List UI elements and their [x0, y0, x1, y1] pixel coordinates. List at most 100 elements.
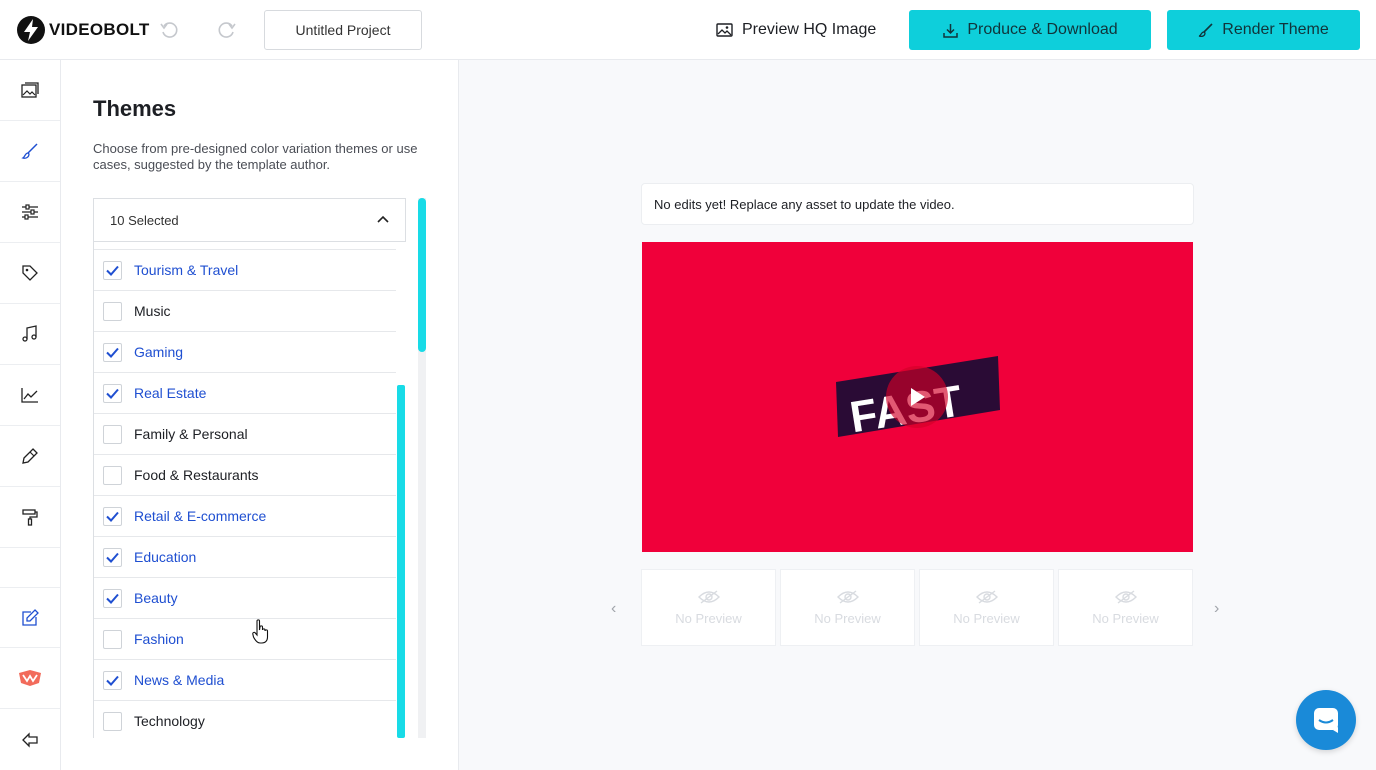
- checkmark-icon: [106, 265, 119, 276]
- checkbox[interactable]: [103, 301, 122, 321]
- render-theme-button[interactable]: Render Theme: [1167, 10, 1360, 50]
- checkbox[interactable]: [103, 260, 122, 280]
- theme-option[interactable]: Food & Restaurants: [94, 455, 396, 496]
- pen-icon: [22, 448, 38, 464]
- checkmark-icon: [106, 593, 119, 604]
- redo-icon[interactable]: [217, 20, 237, 40]
- edit-notice: No edits yet! Replace any asset to updat…: [641, 183, 1194, 225]
- theme-option[interactable]: Fashion: [94, 619, 396, 660]
- chat-icon: [1314, 708, 1338, 733]
- thumbs-prev-icon[interactable]: ‹: [611, 600, 616, 618]
- nav-brand[interactable]: [0, 648, 60, 709]
- checkbox[interactable]: [103, 547, 122, 567]
- tag-icon: [22, 265, 38, 281]
- selected-count: 10 Selected: [110, 212, 179, 228]
- theme-option-label: Family & Personal: [134, 426, 248, 442]
- theme-option[interactable]: Technology: [94, 701, 396, 738]
- checkmark-icon: [106, 388, 119, 399]
- nav-paint[interactable]: [0, 487, 60, 548]
- left-nav: [0, 60, 61, 770]
- theme-option-label: Technology: [134, 713, 205, 729]
- themes-option-list[interactable]: Tourism & Travel Music Gaming Real Estate Fa…: [93, 242, 406, 738]
- checkbox[interactable]: [103, 342, 122, 362]
- eye-off-icon: [1114, 590, 1137, 604]
- bolt-logo-icon: [17, 16, 45, 44]
- nav-themes[interactable]: [0, 121, 60, 182]
- brand-logo-icon: [19, 670, 41, 686]
- media-icon: [21, 82, 39, 98]
- videobolt-logo[interactable]: VIDEOBOLT: [16, 14, 150, 46]
- nav-edit[interactable]: [0, 587, 60, 648]
- image-icon: [716, 23, 733, 37]
- checkbox[interactable]: [103, 424, 122, 444]
- theme-option-label: Fashion: [134, 631, 184, 647]
- theme-option-label: Education: [134, 549, 197, 565]
- nav-pen[interactable]: [0, 426, 60, 487]
- theme-option[interactable]: Tourism & Travel: [94, 250, 396, 291]
- video-frame: FAST: [836, 356, 1000, 442]
- themes-dropdown[interactable]: 10 Selected: [93, 198, 406, 242]
- theme-option-label: Beauty: [134, 590, 178, 606]
- thumbnail[interactable]: No Preview: [1058, 569, 1193, 646]
- checkbox[interactable]: [103, 711, 122, 731]
- nav-tags[interactable]: [0, 243, 60, 304]
- checkbox[interactable]: [103, 465, 122, 485]
- project-name-input[interactable]: Untitled Project: [264, 10, 422, 50]
- exit-icon: [22, 731, 38, 748]
- nav-music[interactable]: [0, 304, 60, 365]
- preview-thumbnails: No Preview No Preview No Preview No Preview: [641, 569, 1194, 646]
- checkbox[interactable]: [103, 670, 122, 690]
- nav-exit[interactable]: [0, 709, 60, 770]
- undo-icon[interactable]: [159, 20, 179, 40]
- theme-option-label: Tourism & Travel: [134, 262, 239, 278]
- preview-hq-button[interactable]: Preview HQ Image: [716, 18, 876, 42]
- checkbox[interactable]: [103, 506, 122, 526]
- checkmark-icon: [106, 347, 119, 358]
- thumbnail-label: No Preview: [814, 611, 881, 626]
- theme-option[interactable]: Beauty: [94, 578, 396, 619]
- preview-hq-label: Preview HQ Image: [742, 21, 877, 38]
- chevron-up-icon: [377, 215, 389, 223]
- list-scrollbar[interactable]: [397, 385, 405, 738]
- checkmark-icon: [106, 511, 119, 522]
- theme-option[interactable]: Real Estate: [94, 373, 396, 414]
- theme-option-label: Retail & E-commerce: [134, 508, 267, 524]
- top-bar: VIDEOBOLT Untitled Project Preview HQ Im…: [0, 0, 1376, 60]
- checkmark-icon: [106, 552, 119, 563]
- nav-analytics[interactable]: [0, 365, 60, 426]
- theme-option[interactable]: Retail & E-commerce: [94, 496, 396, 537]
- thumbnail[interactable]: No Preview: [641, 569, 776, 646]
- checkbox[interactable]: [103, 383, 122, 403]
- checkmark-icon: [106, 675, 119, 686]
- chat-launcher-button[interactable]: [1296, 690, 1356, 750]
- paint-roller-icon: [22, 509, 38, 526]
- thumbnail[interactable]: No Preview: [780, 569, 915, 646]
- theme-option[interactable]: News & Media: [94, 660, 396, 701]
- themes-panel: Themes Choose from pre-designed color va…: [61, 60, 459, 770]
- chart-icon: [21, 388, 38, 403]
- download-icon: [943, 23, 959, 38]
- thumbnail-label: No Preview: [953, 611, 1020, 626]
- produce-download-button[interactable]: Produce & Download: [909, 10, 1151, 50]
- video-preview[interactable]: FAST: [642, 242, 1193, 552]
- thumbs-next-icon[interactable]: ›: [1214, 600, 1219, 618]
- theme-option[interactable]: Gaming: [94, 332, 396, 373]
- logo-text: VIDEOBOLT: [49, 20, 150, 39]
- theme-option[interactable]: Music: [94, 291, 396, 332]
- thumbnail[interactable]: No Preview: [919, 569, 1054, 646]
- theme-option[interactable]: Family & Personal: [94, 414, 396, 455]
- eye-off-icon: [975, 590, 998, 604]
- checkbox[interactable]: [103, 629, 122, 649]
- theme-option-label: Gaming: [134, 344, 184, 360]
- render-theme-label: Render Theme: [1222, 21, 1329, 38]
- theme-option-label: Food & Restaurants: [134, 467, 259, 483]
- panel-description: Choose from pre-designed color variation…: [93, 141, 418, 172]
- sliders-icon: [22, 204, 38, 220]
- theme-option-label: News & Media: [134, 672, 225, 688]
- checkbox[interactable]: [103, 588, 122, 608]
- nav-media[interactable]: [0, 60, 60, 121]
- theme-option[interactable]: Education: [94, 537, 396, 578]
- panel-scrollbar-thumb[interactable]: [418, 198, 426, 352]
- brush-icon: [21, 143, 38, 159]
- nav-adjust[interactable]: [0, 182, 60, 243]
